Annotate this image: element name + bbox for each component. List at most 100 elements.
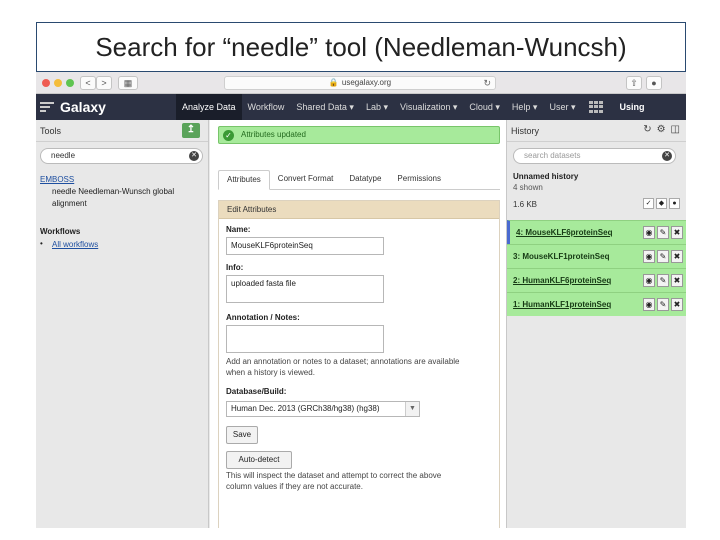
eye-icon[interactable]: ◉ <box>643 226 655 239</box>
tab-attributes[interactable]: Attributes <box>218 170 270 190</box>
nav-overflow[interactable]: Using <box>613 94 650 120</box>
close-window-button[interactable] <box>42 79 50 87</box>
name-label: Name: <box>226 225 251 234</box>
tool-section-emboss[interactable]: EMBOSS <box>40 175 74 184</box>
history-shown-count: 4 shown <box>513 183 543 192</box>
history-panel-title: History <box>511 126 540 136</box>
tab-datatype[interactable]: Datatype <box>341 170 389 189</box>
history-size: 1.6 KB <box>513 200 538 209</box>
auto-detect-help-line2: column values if they are not accurate. <box>226 482 363 491</box>
tool-search-value: needle <box>51 151 76 160</box>
delete-icon[interactable]: ✖ <box>671 298 683 311</box>
check-icon[interactable]: ✓ <box>643 198 654 209</box>
nav-user[interactable]: User ▾ <box>543 94 581 120</box>
delete-icon[interactable]: ✖ <box>671 250 683 263</box>
history-panel-header: History ↻ ⚙ ◫ <box>507 120 686 142</box>
dataset-row[interactable]: 2: HumanKLF6proteinSeq ◉ ✎ ✖ <box>507 268 686 292</box>
tag-icon[interactable]: ◆ <box>656 198 667 209</box>
workflow-bullet: • <box>40 239 43 248</box>
maximize-window-button[interactable] <box>66 79 74 87</box>
pencil-icon[interactable]: ✎ <box>657 274 669 287</box>
tab-permissions[interactable]: Permissions <box>389 170 449 189</box>
center-panel: ✓ Attributes updated Attributes Convert … <box>210 120 506 528</box>
galaxy-logo[interactable]: Galaxy <box>40 98 106 116</box>
address-bar[interactable]: 🔒 usegalaxy.org ↻ <box>224 76 496 90</box>
nav-cloud[interactable]: Cloud ▾ <box>463 94 506 120</box>
dataset-title[interactable]: 1: HumanKLF1proteinSeq <box>513 300 611 309</box>
name-input[interactable]: MouseKLF6proteinSeq <box>226 237 384 255</box>
share-icon[interactable]: ⇧ <box>626 76 642 90</box>
pencil-icon[interactable]: ✎ <box>657 226 669 239</box>
clear-search-icon[interactable]: ✕ <box>189 151 199 161</box>
columns-icon[interactable]: ◫ <box>671 124 680 135</box>
save-button[interactable]: Save <box>226 426 258 444</box>
history-search-input[interactable]: search datasets ✕ <box>513 148 676 164</box>
annotation-label: Annotation / Notes: <box>226 313 300 322</box>
tab-convert-format[interactable]: Convert Format <box>270 170 342 189</box>
tool-panel: Tools ↥ needle ✕ EMBOSS needle Needleman… <box>36 120 209 528</box>
pencil-icon[interactable]: ✎ <box>657 250 669 263</box>
info-textarea[interactable]: uploaded fasta file <box>226 275 384 303</box>
nav-help[interactable]: Help ▾ <box>506 94 544 120</box>
refresh-icon[interactable]: ↻ <box>643 124 651 135</box>
history-panel: History ↻ ⚙ ◫ search datasets ✕ Unnamed … <box>506 120 686 528</box>
dataset-row[interactable]: 3: MouseKLF1proteinSeq ◉ ✎ ✖ <box>507 244 686 268</box>
nav-lab[interactable]: Lab ▾ <box>360 94 394 120</box>
tool-search-input[interactable]: needle ✕ <box>40 148 203 164</box>
annotation-textarea[interactable] <box>226 325 384 353</box>
nav-workflow[interactable]: Workflow <box>242 94 291 120</box>
upload-icon[interactable]: ↥ <box>182 123 200 138</box>
galaxy-masthead: Galaxy Analyze Data Workflow Shared Data… <box>36 94 686 120</box>
history-search-placeholder: search datasets <box>524 151 581 160</box>
database-label: Database/Build: <box>226 387 287 396</box>
brand-name: Galaxy <box>60 99 106 115</box>
nav-shared-data[interactable]: Shared Data ▾ <box>290 94 360 120</box>
minimize-window-button[interactable] <box>54 79 62 87</box>
galaxy-screenshot: < > ▦ 🔒 usegalaxy.org ↻ ⇧ ● Galaxy Analyz… <box>36 72 686 528</box>
dataset-row[interactable]: 4: MouseKLF6proteinSeq ◉ ✎ ✖ <box>507 220 686 244</box>
extension-icon[interactable]: ● <box>646 76 662 90</box>
eye-icon[interactable]: ◉ <box>643 274 655 287</box>
alert-text: Attributes updated <box>241 130 306 139</box>
sidebar-toggle-icon[interactable]: ▦ <box>118 76 138 90</box>
comment-icon[interactable]: ● <box>669 198 680 209</box>
auto-detect-help-line1: This will inspect the dataset and attemp… <box>226 471 442 480</box>
tool-needle-line1[interactable]: needle Needleman-Wunsch global <box>52 186 174 198</box>
delete-icon[interactable]: ✖ <box>671 274 683 287</box>
dataset-title[interactable]: 2: HumanKLF6proteinSeq <box>513 276 611 285</box>
reload-icon[interactable]: ↻ <box>483 77 491 89</box>
browser-toolbar: < > ▦ 🔒 usegalaxy.org ↻ ⇧ ● <box>36 72 686 94</box>
forward-button[interactable]: > <box>96 76 112 90</box>
delete-icon[interactable]: ✖ <box>671 226 683 239</box>
gear-icon[interactable]: ⚙ <box>657 124 666 135</box>
history-name[interactable]: Unnamed history <box>513 172 578 181</box>
scratchbook-grid-icon[interactable] <box>589 101 604 113</box>
tool-needle-line2[interactable]: alignment <box>52 198 87 210</box>
eye-icon[interactable]: ◉ <box>643 298 655 311</box>
auto-detect-button[interactable]: Auto-detect <box>226 451 292 469</box>
back-button[interactable]: < <box>80 76 96 90</box>
all-workflows-link[interactable]: All workflows <box>52 240 98 249</box>
dataset-edit-tabs: Attributes Convert Format Datatype Permi… <box>218 170 500 190</box>
eye-icon[interactable]: ◉ <box>643 250 655 263</box>
dataset-title[interactable]: 3: MouseKLF1proteinSeq <box>513 252 609 261</box>
pencil-icon[interactable]: ✎ <box>657 298 669 311</box>
workflows-heading: Workflows <box>40 227 81 236</box>
check-circle-icon: ✓ <box>223 130 234 141</box>
nav-analyze-data[interactable]: Analyze Data <box>176 94 242 120</box>
history-options: ↻ ⚙ ◫ <box>643 124 680 135</box>
slide-title: Search for “needle” tool (Needleman-Wunc… <box>95 31 627 62</box>
info-label: Info: <box>226 263 244 272</box>
dataset-row[interactable]: 1: HumanKLF1proteinSeq ◉ ✎ ✖ <box>507 292 686 316</box>
success-alert: ✓ Attributes updated <box>218 126 500 144</box>
clear-history-search-icon[interactable]: ✕ <box>662 151 672 161</box>
tool-panel-header: Tools ↥ <box>36 120 208 142</box>
top-nav: Analyze Data Workflow Shared Data ▾ Lab … <box>176 94 651 120</box>
database-build-select[interactable]: Human Dec. 2013 (GRCh38/hg38) (hg38) ▼ <box>226 401 420 417</box>
nav-visualization[interactable]: Visualization ▾ <box>394 94 463 120</box>
dataset-title[interactable]: 4: MouseKLF6proteinSeq <box>516 228 612 237</box>
lock-icon: 🔒 <box>328 78 339 87</box>
annotation-help-line1: Add an annotation or notes to a dataset;… <box>226 357 460 366</box>
edit-attributes-panel: Edit Attributes Name: MouseKLF6proteinSe… <box>218 200 500 528</box>
annotation-help-line2: when a history is viewed. <box>226 368 315 377</box>
